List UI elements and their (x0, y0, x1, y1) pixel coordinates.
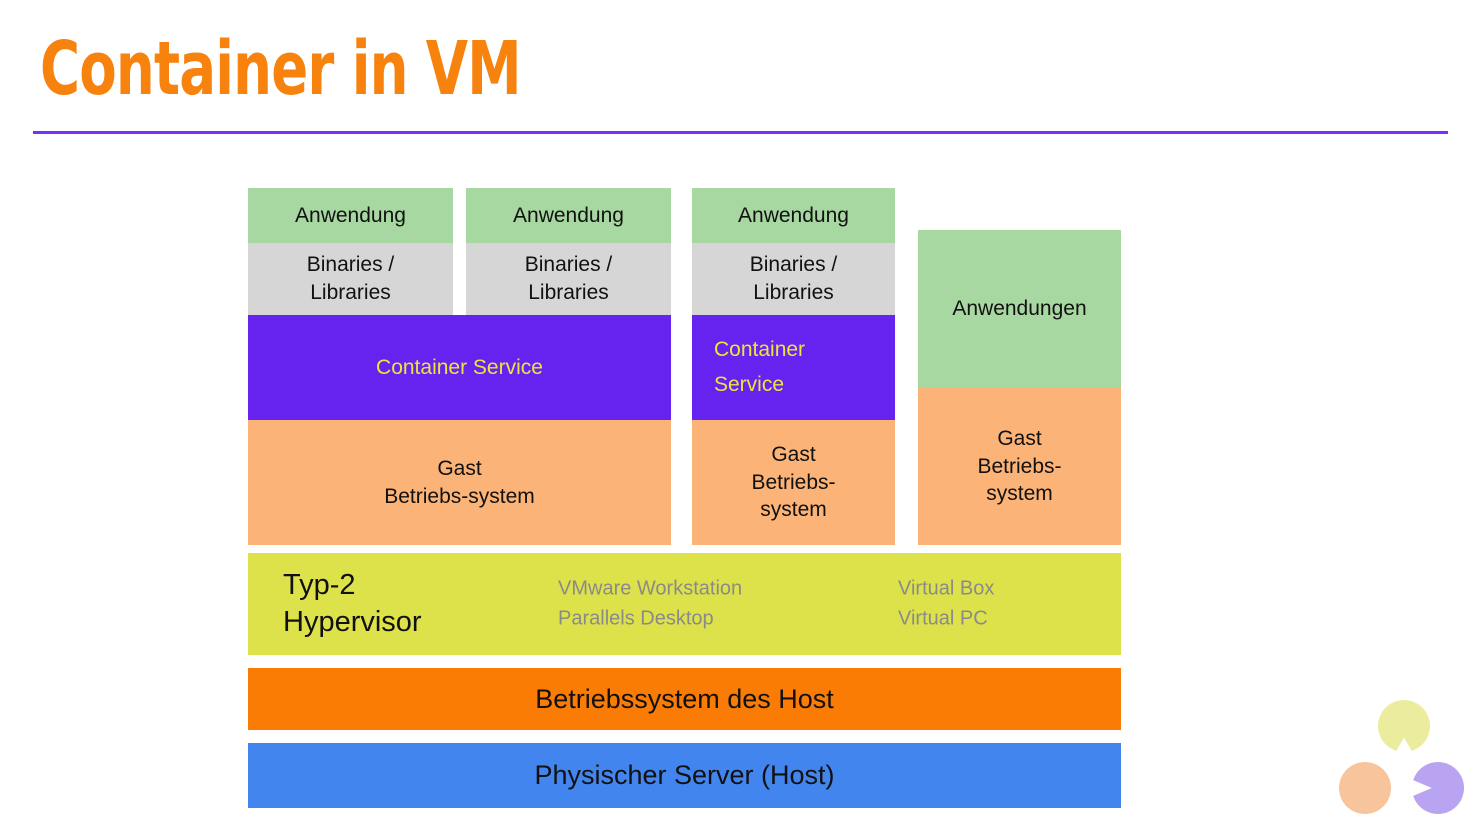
container-service-block-shared: Container Service (248, 315, 671, 420)
hypervisor-label: Typ-2 Hypervisor (283, 568, 422, 638)
host-os-band: Betriebssystem des Host (248, 668, 1121, 730)
col-4-guest-os-block: Gast Betriebs- system (918, 388, 1121, 545)
pac-left-icon (1339, 762, 1391, 814)
col-3-container-service-block: Container Service (692, 315, 895, 420)
col-1-binaries-libraries-block: Binaries / Libraries (248, 243, 453, 315)
col-2-binaries-libraries-block: Binaries / Libraries (466, 243, 671, 315)
guest-os-block-shared: Gast Betriebs-system (248, 420, 671, 545)
pac-top-icon (1378, 700, 1430, 752)
decorative-corner-marks (1334, 700, 1474, 830)
col-4-applications-block: Anwendungen (918, 230, 1121, 388)
col-3-application-block: Anwendung (692, 188, 895, 243)
pac-right-icon (1412, 762, 1464, 814)
hypervisor-products-column-b: Virtual Box Virtual PC (898, 577, 995, 630)
hypervisor-products-column-a: VMware Workstation Parallels Desktop (558, 577, 743, 630)
col-3-guest-os-block: Gast Betriebs- system (692, 420, 895, 545)
col-1-application-block: Anwendung (248, 188, 453, 243)
physical-server-band: Physischer Server (Host) (248, 743, 1121, 808)
hypervisor-band: Typ-2 Hypervisor VMware Workstation Para… (248, 553, 1121, 655)
col-2-application-block: Anwendung (466, 188, 671, 243)
architecture-diagram: Anwendung Binaries / Libraries Anwendung… (0, 0, 1480, 840)
col-3-binaries-libraries-block: Binaries / Libraries (692, 243, 895, 315)
